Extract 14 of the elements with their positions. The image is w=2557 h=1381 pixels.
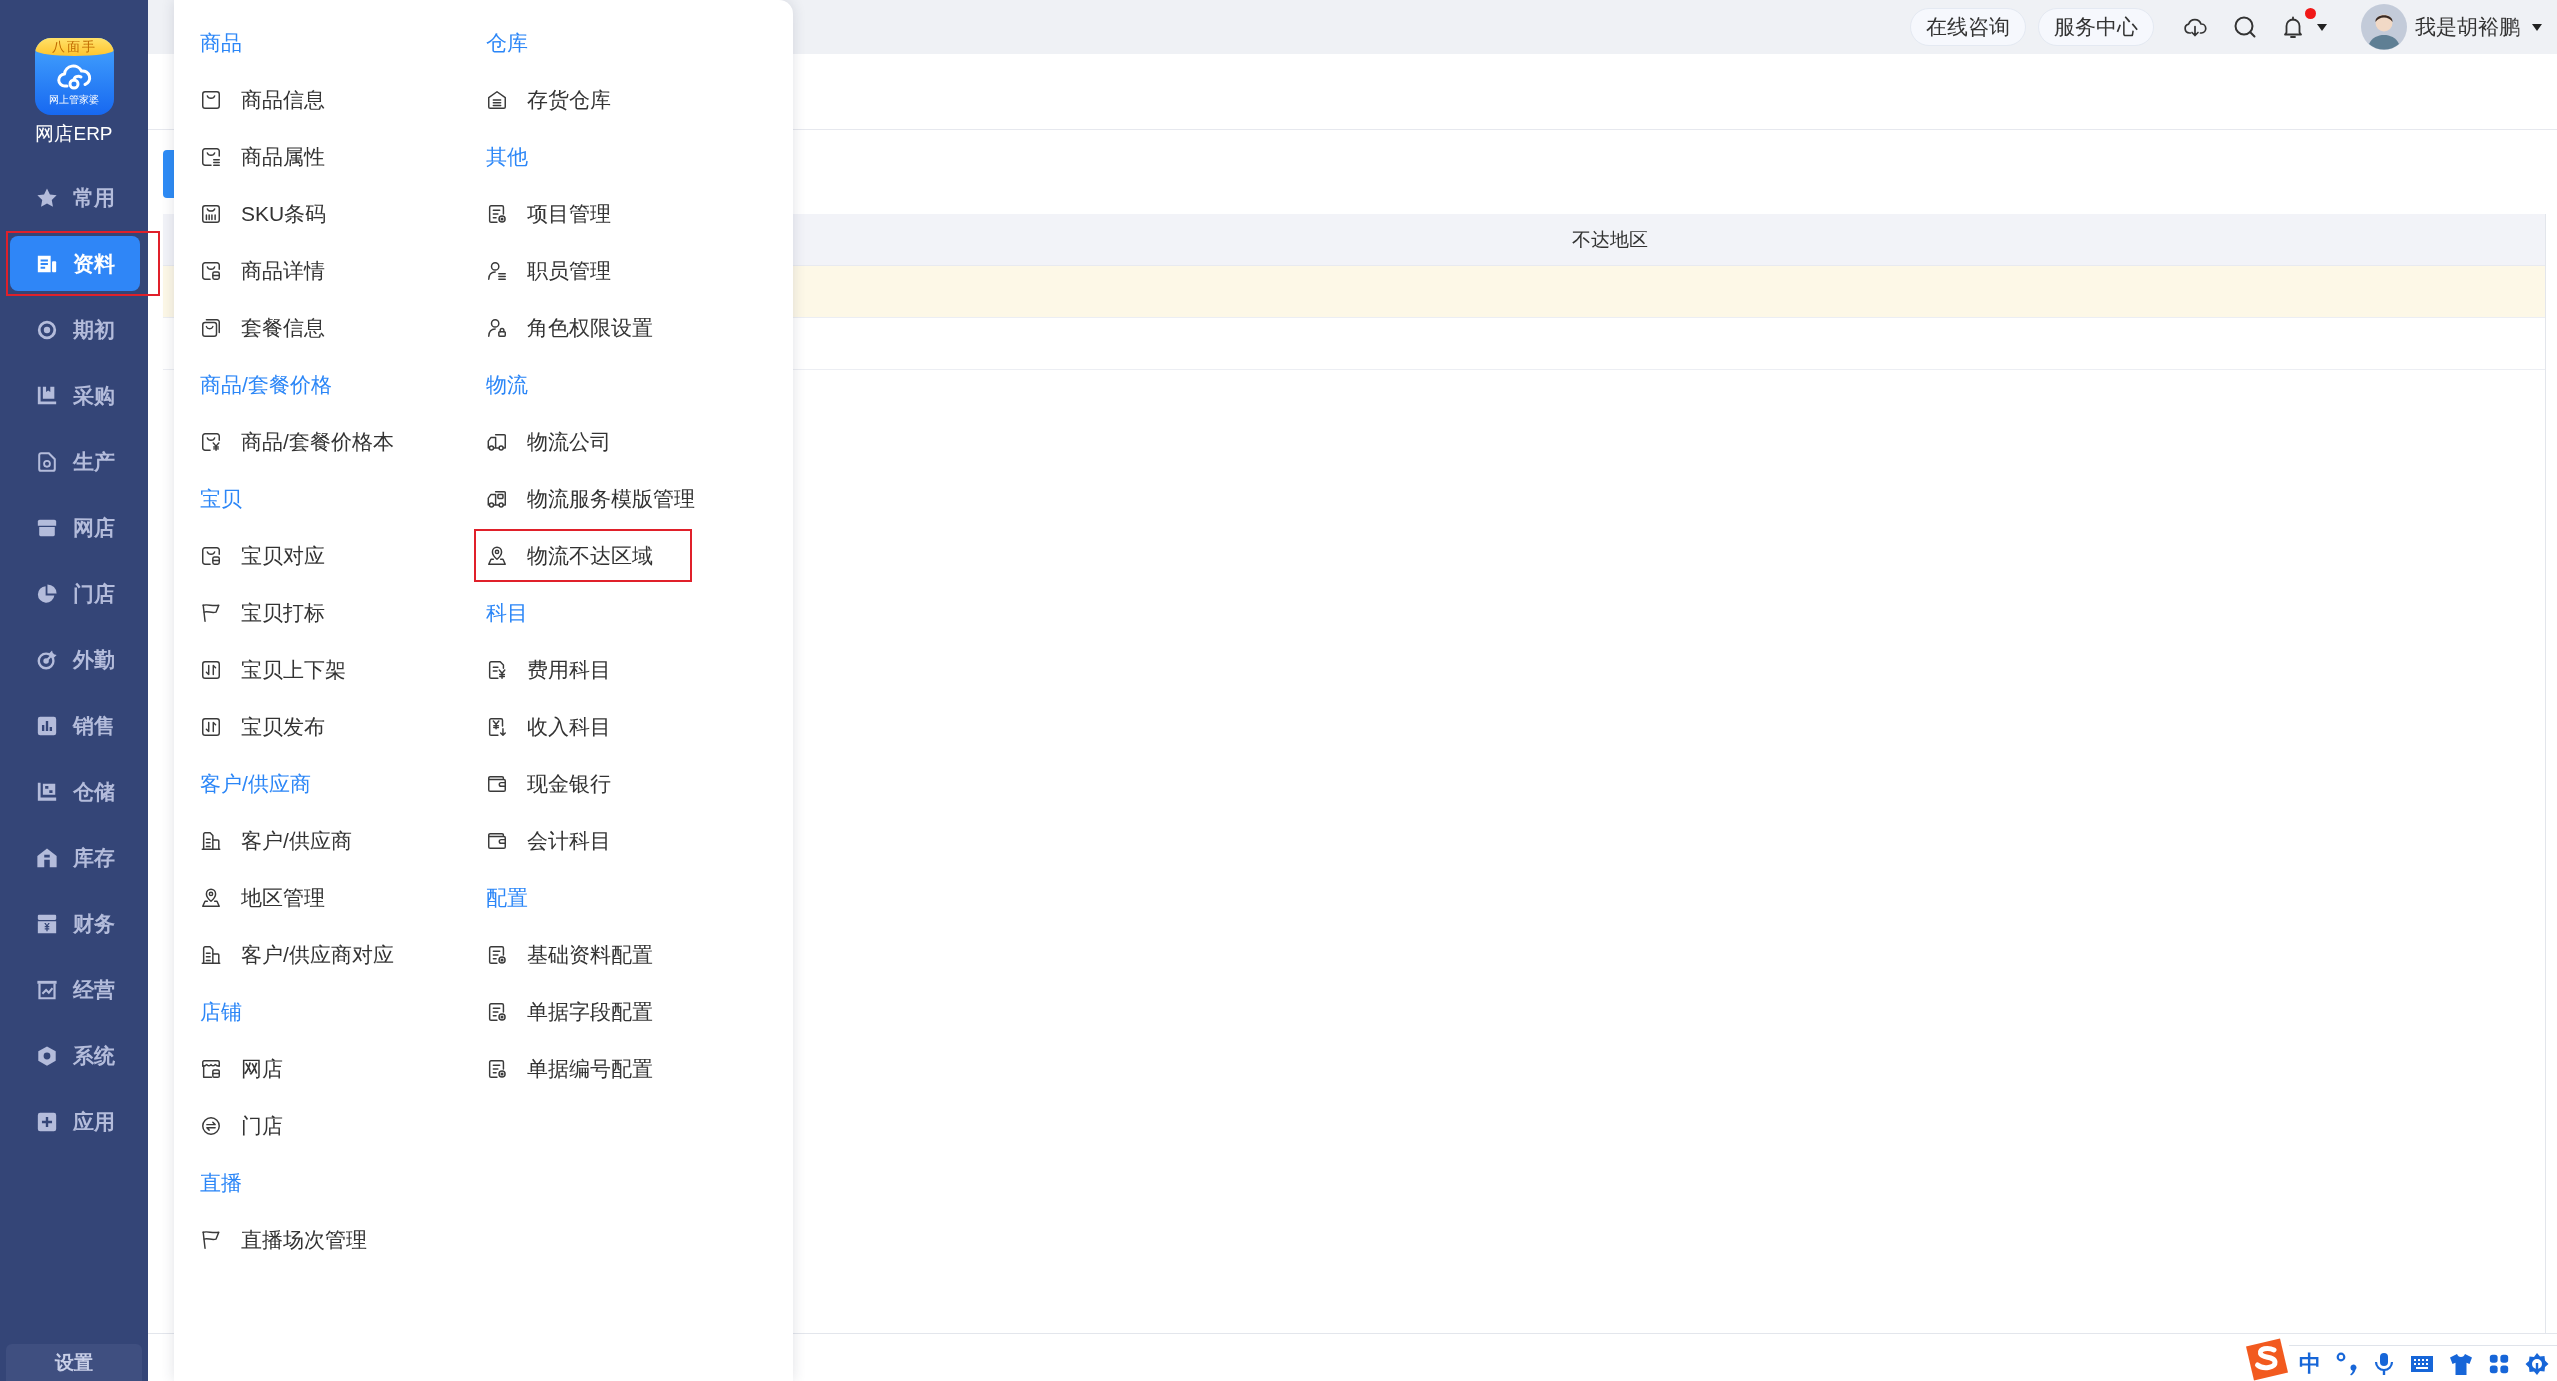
menu-section-title: 客户/供应商 — [200, 770, 311, 797]
menu-section-title: 其他 — [486, 143, 528, 170]
logo-badge: 八面手 — [34, 38, 114, 56]
app-name: 网店ERP — [35, 123, 113, 145]
menu-section-title: 配置 — [486, 884, 528, 911]
menu-section-title: 物流 — [486, 371, 528, 398]
menu-section-title: 宝贝 — [200, 485, 242, 512]
menu-section-title: 商品/套餐价格 — [200, 371, 332, 398]
menu-section-title: 直播 — [200, 1169, 242, 1196]
menu-section-title: 科目 — [486, 599, 528, 626]
menu-section-title: 店铺 — [200, 998, 242, 1025]
menu-section-title: 商品 — [200, 29, 242, 56]
menu-section-title: 仓库 — [486, 29, 528, 56]
logo-caption: 网上管家婆 — [49, 94, 99, 106]
